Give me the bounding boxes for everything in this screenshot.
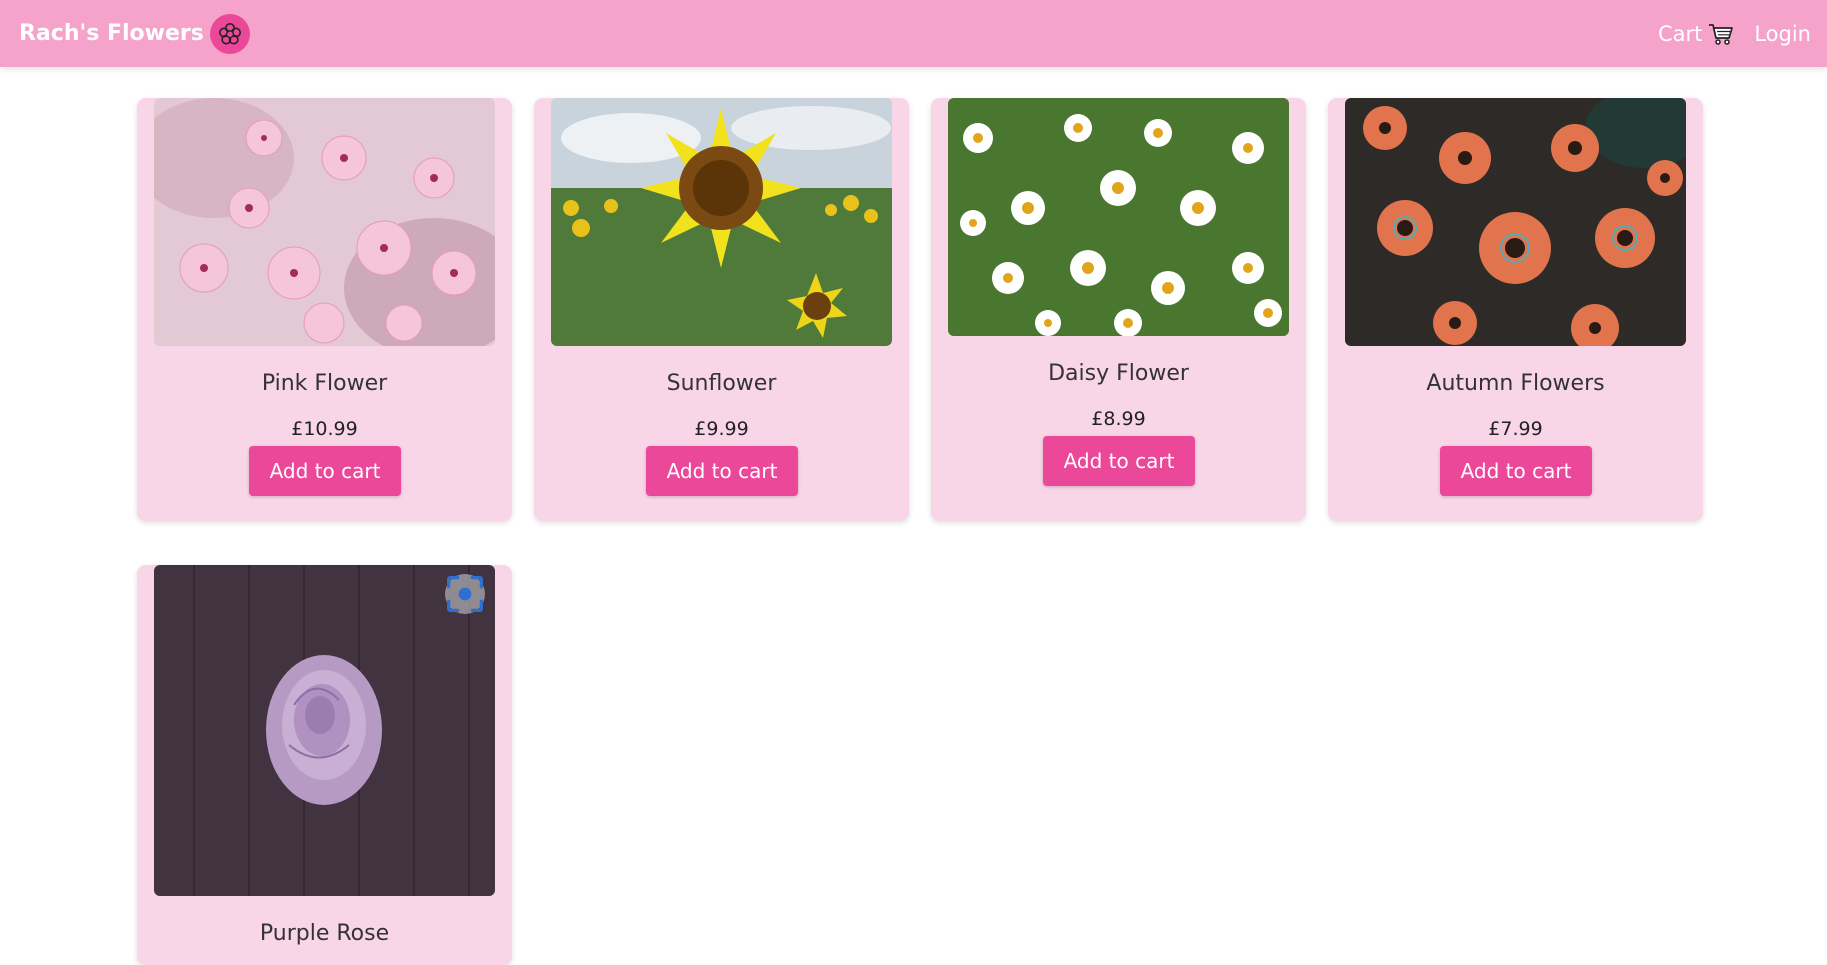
brand-link[interactable]: Rach's Flowers: [19, 13, 250, 54]
brand-name: Rach's Flowers: [19, 21, 204, 46]
add-to-cart-button[interactable]: Add to cart: [1043, 436, 1195, 486]
product-card: Sunflower £9.99 Add to cart: [534, 98, 909, 521]
product-price: £8.99: [1091, 408, 1146, 430]
product-price: £7.99: [1488, 418, 1543, 440]
product-card: Autumn Flowers £7.99 Add to cart: [1328, 98, 1703, 521]
product-image: [154, 98, 495, 346]
login-link[interactable]: Login: [1754, 22, 1811, 46]
login-label: Login: [1754, 21, 1811, 46]
nav-menu: Cart Login: [1658, 22, 1811, 46]
product-image: [948, 98, 1289, 336]
cart-label: Cart: [1657, 21, 1703, 46]
product-grid: Pink Flower £10.99 Add to cart Sunflower…: [137, 98, 1706, 965]
product-image: [154, 565, 495, 896]
product-image: [1345, 98, 1686, 346]
product-card: Purple Rose: [137, 565, 512, 965]
product-title: Purple Rose: [259, 921, 390, 946]
navbar: Rach's Flowers Cart Login: [0, 0, 1827, 67]
product-title: Autumn Flowers: [1426, 371, 1605, 396]
product-card: Pink Flower £10.99 Add to cart: [137, 98, 512, 521]
visual-search-icon[interactable]: [445, 574, 485, 614]
product-title: Pink Flower: [261, 371, 388, 396]
product-title: Daisy Flower: [1048, 361, 1189, 386]
flower-icon: [209, 13, 250, 54]
product-price: £9.99: [694, 418, 749, 440]
product-title: Sunflower: [666, 371, 777, 396]
product-card: Daisy Flower £8.99 Add to cart: [931, 98, 1306, 521]
add-to-cart-button[interactable]: Add to cart: [646, 446, 798, 496]
product-price: £10.99: [291, 418, 358, 440]
add-to-cart-button[interactable]: Add to cart: [1440, 446, 1592, 496]
cart-icon: [1708, 22, 1734, 46]
product-image: [551, 98, 892, 346]
cart-link[interactable]: Cart: [1658, 22, 1734, 46]
add-to-cart-button[interactable]: Add to cart: [249, 446, 401, 496]
